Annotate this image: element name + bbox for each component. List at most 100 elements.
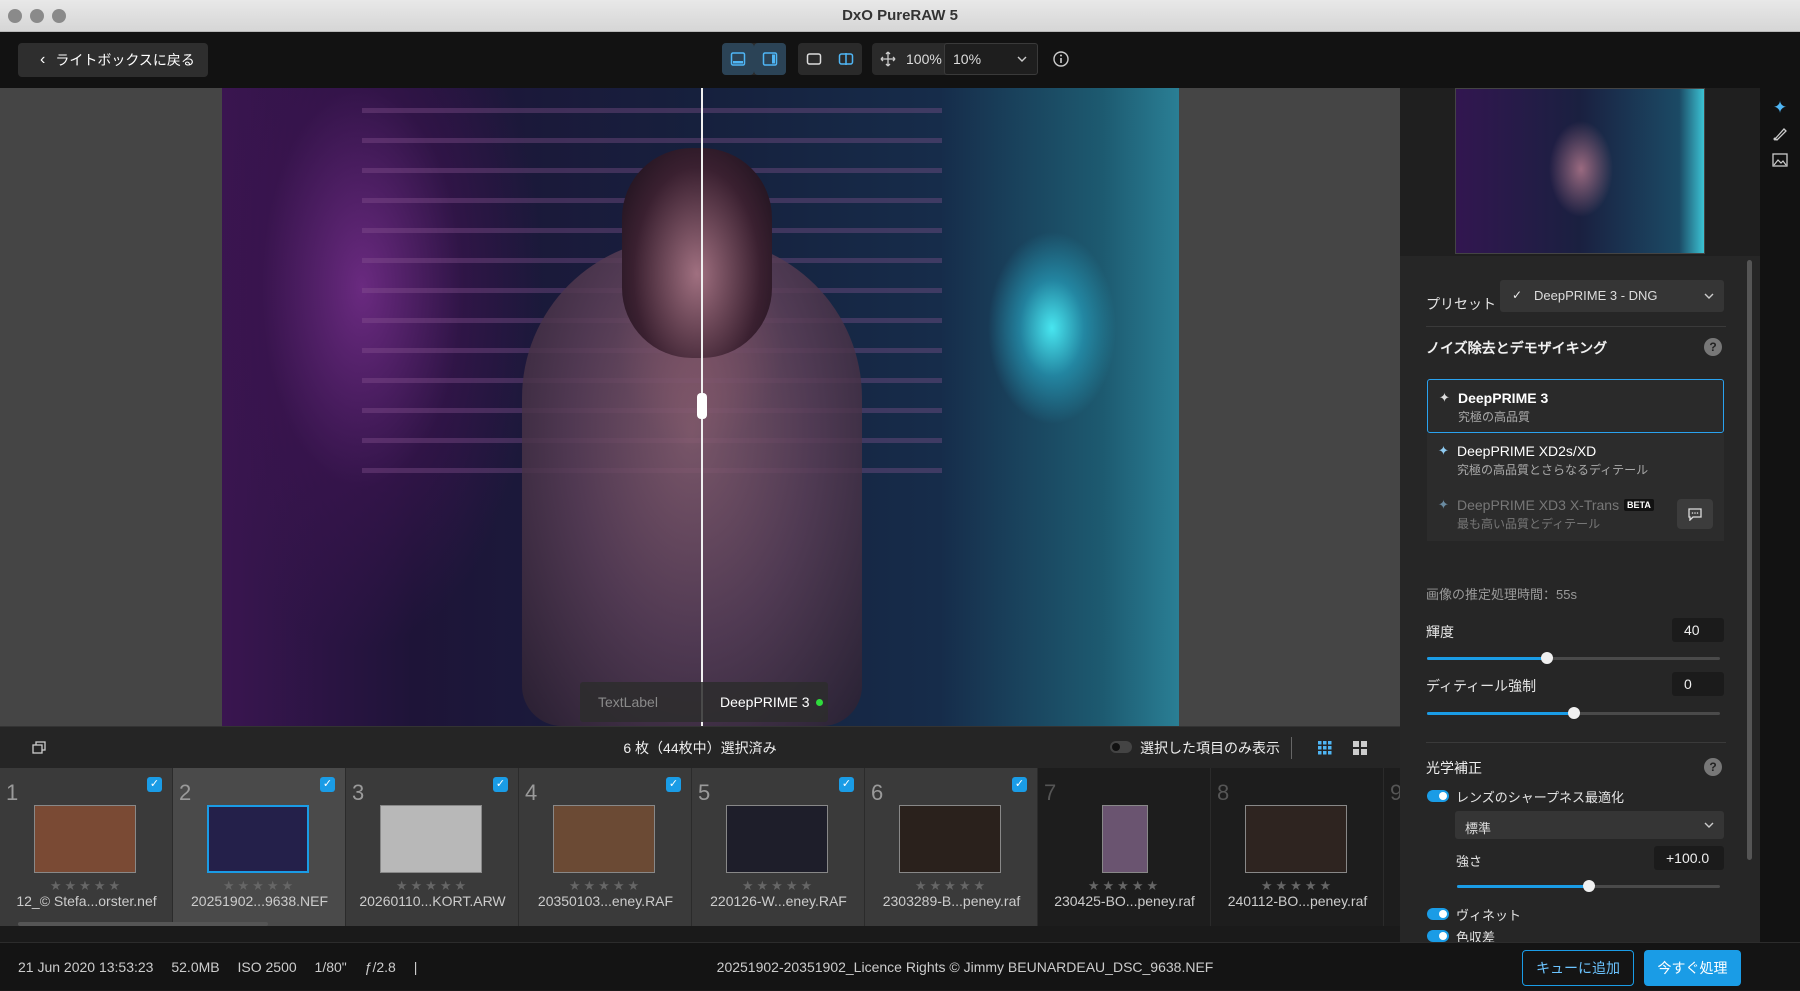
single-view-button[interactable] xyxy=(798,43,830,75)
filmstrip-item[interactable]: 6 ✓ ★★★★★ 2303289-B...peney.raf xyxy=(865,768,1038,926)
sparkle-icon: ✦ xyxy=(1438,443,1449,458)
item-filename: 20350103...eney.RAF xyxy=(537,893,674,909)
estimated-time: 画像の推定処理時間：55s xyxy=(1426,587,1577,602)
rating-stars[interactable]: ★★★★★ xyxy=(865,878,1038,894)
lens-sharpness-toggle[interactable] xyxy=(1427,790,1449,802)
item-thumbnail[interactable] xyxy=(380,805,482,873)
retouch-tool-button[interactable] xyxy=(1768,122,1792,146)
capture-date: 21 Jun 2020 13:53:23 xyxy=(18,959,154,975)
rating-stars[interactable]: ★★★★★ xyxy=(1211,878,1384,894)
slider-knob[interactable] xyxy=(1541,652,1554,664)
item-thumbnail[interactable] xyxy=(899,805,1001,873)
item-number: 8 xyxy=(1217,780,1230,805)
rating-stars[interactable]: ★★★★★ xyxy=(173,878,346,894)
bottom-panel-icon xyxy=(730,52,746,66)
status-bar: 21 Jun 2020 13:53:23 52.0MB ISO 2500 1/8… xyxy=(0,942,1800,990)
item-number: 5 xyxy=(698,780,711,805)
item-checkbox[interactable]: ✓ xyxy=(839,777,854,792)
rating-stars[interactable]: ★★★★★ xyxy=(692,878,865,894)
image-viewer[interactable]: TextLabel DeepPRIME 3 xyxy=(0,88,1400,726)
split-divider-handle[interactable] xyxy=(697,393,707,419)
filmstrip-item[interactable]: 1 ✓ ★★★★★ 12_© Stefa...orster.nef xyxy=(0,768,173,926)
detail-value[interactable]: 0 xyxy=(1672,672,1724,696)
split-view-button[interactable] xyxy=(830,43,862,75)
option-deepprime-xd2s[interactable]: ✦ DeepPRIME XD2s/XD 究極の高品質とさらなるディテール xyxy=(1427,433,1724,487)
brush-icon xyxy=(1773,128,1787,141)
item-thumbnail[interactable] xyxy=(34,805,136,873)
item-filename: 220126-W...eney.RAF xyxy=(710,893,847,909)
filmstrip-scrollbar[interactable] xyxy=(18,922,268,926)
rating-stars[interactable]: ★★★★★ xyxy=(519,878,692,894)
move-arrows-icon xyxy=(880,51,896,67)
item-checkbox[interactable]: ✓ xyxy=(147,777,162,792)
zoom-100-button[interactable]: 100% xyxy=(906,43,942,75)
layout-bottom-panel-button[interactable] xyxy=(722,43,754,75)
feedback-button[interactable] xyxy=(1677,499,1713,529)
item-thumbnail[interactable] xyxy=(726,805,828,873)
panel-scrollbar[interactable] xyxy=(1747,260,1752,860)
preview-image[interactable]: TextLabel DeepPRIME 3 xyxy=(222,88,1179,726)
help-icon[interactable]: ? xyxy=(1704,338,1722,356)
zoom-select-value: 10% xyxy=(953,51,982,67)
subject-head xyxy=(622,148,772,358)
rating-stars[interactable]: ★★★★★ xyxy=(346,878,519,894)
option-title: DeepPRIME XD3 X-Trans xyxy=(1457,497,1620,513)
denoise-tool-button[interactable]: ✦ xyxy=(1768,96,1792,120)
item-checkbox[interactable]: ✓ xyxy=(320,777,335,792)
vignette-label: ヴィネット xyxy=(1456,908,1522,923)
large-grid-view-button[interactable] xyxy=(1353,741,1367,760)
luminance-slider[interactable] xyxy=(1427,652,1720,664)
filmstrip-item[interactable]: 8 ★★★★★ 240112-BO...peney.raf xyxy=(1211,768,1384,926)
info-icon xyxy=(1053,51,1069,67)
vignette-toggle[interactable] xyxy=(1427,908,1449,920)
preset-select[interactable]: ✓ DeepPRIME 3 - DNG xyxy=(1500,280,1724,312)
filmstrip-item[interactable]: 5 ✓ ★★★★★ 220126-W...eney.RAF xyxy=(692,768,865,926)
item-thumbnail[interactable] xyxy=(553,805,655,873)
grid-view-button[interactable] xyxy=(1318,741,1332,760)
grid-icon xyxy=(1318,741,1332,755)
item-checkbox[interactable]: ✓ xyxy=(1012,777,1027,792)
back-to-lightbox-button[interactable]: ‹ ライトボックスに戻る xyxy=(18,43,208,77)
filmstrip-header: 6 枚（44枚中）選択済み 選択した項目のみ表示 xyxy=(0,726,1400,768)
title-bar: DxO PureRAW 5 xyxy=(0,0,1800,32)
filmstrip-item-current[interactable]: 2 ✓ ★★★★★ 20251902...9638.NEF xyxy=(173,768,346,926)
strength-slider[interactable] xyxy=(1457,880,1720,892)
slider-knob[interactable] xyxy=(1567,707,1580,719)
rating-stars[interactable]: ★★★★★ xyxy=(1038,878,1211,894)
item-filename: 20251902...9638.NEF xyxy=(191,893,328,909)
chevron-down-icon xyxy=(1704,822,1714,828)
item-number: 6 xyxy=(871,780,884,805)
add-to-queue-button[interactable]: キューに追加 xyxy=(1522,950,1634,986)
layout-side-panel-button[interactable] xyxy=(754,43,786,75)
item-checkbox[interactable]: ✓ xyxy=(666,777,681,792)
zoom-select[interactable]: 10% xyxy=(944,43,1038,75)
strength-value[interactable]: +100.0 xyxy=(1654,846,1724,870)
lens-mode-select[interactable]: 標準 xyxy=(1455,811,1724,839)
divider xyxy=(1426,326,1726,327)
image-tool-button[interactable] xyxy=(1768,148,1792,172)
help-icon[interactable]: ? xyxy=(1704,758,1722,776)
strength-label: 強さ xyxy=(1456,854,1483,869)
filmstrip-item[interactable]: 4 ✓ ★★★★★ 20350103...eney.RAF xyxy=(519,768,692,926)
beta-badge: BETA xyxy=(1624,499,1654,511)
item-thumbnail[interactable] xyxy=(1245,805,1347,873)
preset-label: プリセット xyxy=(1426,296,1496,312)
item-checkbox[interactable]: ✓ xyxy=(493,777,508,792)
luminance-value[interactable]: 40 xyxy=(1672,618,1724,642)
item-thumbnail[interactable] xyxy=(1102,805,1148,873)
slider-knob[interactable] xyxy=(1582,880,1595,892)
item-thumbnail[interactable] xyxy=(207,805,309,873)
show-selected-toggle[interactable] xyxy=(1110,741,1132,753)
filmstrip[interactable]: 1 ✓ ★★★★★ 12_© Stefa...orster.nef 2 ✓ ★★… xyxy=(0,768,1400,926)
fit-move-button[interactable] xyxy=(872,43,904,75)
detail-slider[interactable] xyxy=(1427,707,1720,719)
info-button[interactable] xyxy=(1052,50,1070,68)
rating-stars[interactable]: ★★★★★ xyxy=(0,878,173,894)
filmstrip-item[interactable]: 9 xyxy=(1384,768,1400,926)
process-now-button[interactable]: 今すぐ処理 xyxy=(1644,950,1741,986)
filmstrip-item[interactable]: 7 ★★★★★ 230425-BO...peney.raf xyxy=(1038,768,1211,926)
option-deepprime-3[interactable]: ✦ DeepPRIME 3 究極の高品質 xyxy=(1427,379,1724,433)
chromatic-toggle[interactable] xyxy=(1427,930,1449,942)
navigator-thumbnail[interactable] xyxy=(1455,88,1705,254)
filmstrip-item[interactable]: 3 ✓ ★★★★★ 20260110...KORT.ARW xyxy=(346,768,519,926)
